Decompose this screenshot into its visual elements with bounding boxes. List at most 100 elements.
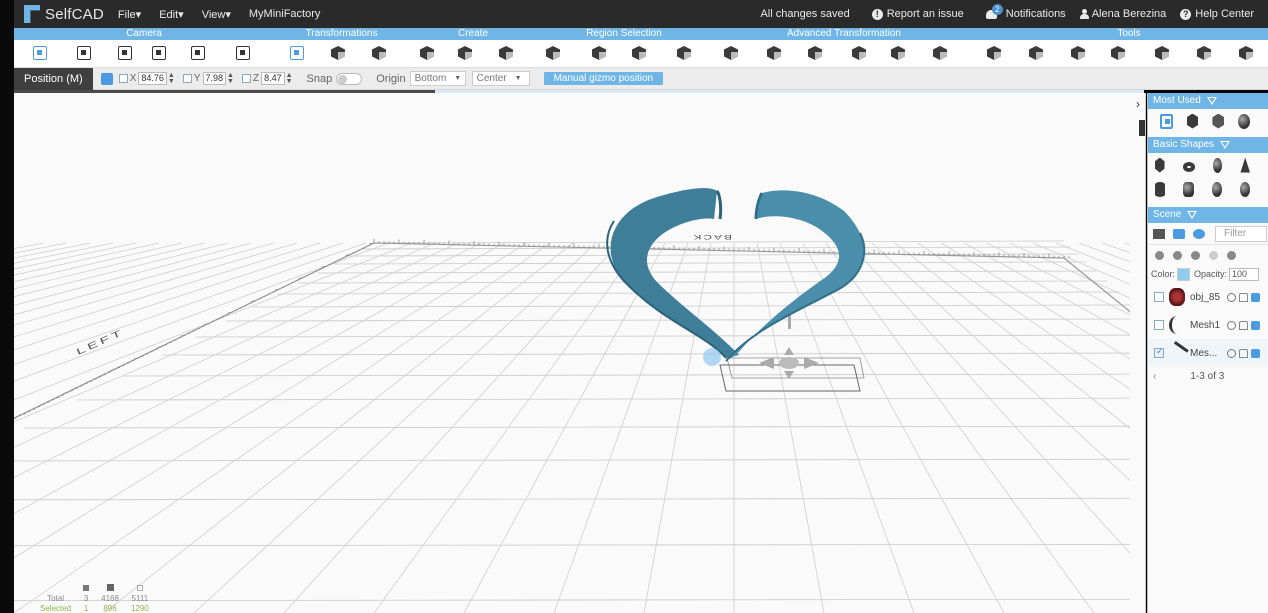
basic-shapes-header[interactable]: Basic Shapes xyxy=(1148,137,1268,153)
object-checkbox[interactable] xyxy=(1154,346,1164,358)
torus-shape-icon[interactable] xyxy=(1182,161,1195,172)
stretch-icon[interactable] xyxy=(932,45,948,61)
object-settings-icon[interactable] xyxy=(1251,348,1260,358)
manual-gizmo-button[interactable]: Manual gizmo position xyxy=(543,72,664,85)
knot-shape-icon[interactable] xyxy=(1183,181,1194,197)
scene-filter-input[interactable]: Filter xyxy=(1215,225,1267,242)
perspective-icon[interactable] xyxy=(76,45,92,61)
eye-icon[interactable] xyxy=(1227,348,1236,358)
menu-file[interactable]: File▾ xyxy=(118,8,141,21)
bevel-icon[interactable] xyxy=(723,45,739,61)
eye-icon[interactable] xyxy=(1193,228,1205,239)
x-input[interactable]: 84.76 xyxy=(138,72,167,85)
cylinder-icon[interactable] xyxy=(457,45,473,61)
cylinder-shape-icon[interactable] xyxy=(1155,181,1166,197)
sphere-shape-icon[interactable] xyxy=(1212,157,1223,173)
move-icon[interactable] xyxy=(289,45,305,61)
move-gizmo[interactable] xyxy=(719,311,865,392)
help-icon: ? xyxy=(1180,8,1192,20)
focus-icon[interactable] xyxy=(235,45,251,61)
scale-icon[interactable] xyxy=(371,45,387,61)
extrude-tool-icon[interactable] xyxy=(1212,113,1225,129)
snap-toggle[interactable] xyxy=(336,72,363,85)
position-gizmo-icon[interactable] xyxy=(100,72,113,85)
front-view-icon[interactable] xyxy=(32,45,48,61)
collapse-panel-icon[interactable]: › xyxy=(1136,97,1140,111)
select-region-icon[interactable] xyxy=(676,45,692,61)
origin-horizontal-select[interactable]: Center ▼ xyxy=(471,71,530,86)
shell-icon[interactable] xyxy=(766,45,782,61)
eye-icon[interactable] xyxy=(1155,250,1164,260)
most-used-header[interactable]: Most Used xyxy=(1148,93,1268,109)
slice-icon[interactable] xyxy=(1028,45,1044,61)
geosphere-shape-icon[interactable] xyxy=(1211,181,1222,197)
solid-icon[interactable] xyxy=(1191,250,1200,260)
color-swatch[interactable] xyxy=(1177,267,1191,281)
notifications-link[interactable]: 2 Notifications xyxy=(985,4,1066,20)
cone-icon[interactable] xyxy=(807,45,823,61)
dome-shape-icon[interactable] xyxy=(1239,181,1250,197)
magic-icon[interactable] xyxy=(1154,45,1170,61)
heart-model[interactable] xyxy=(606,188,866,366)
logo[interactable]: SelfCAD xyxy=(24,5,104,23)
help-center-link[interactable]: ? Help Center xyxy=(1180,8,1254,20)
move-tool-icon[interactable] xyxy=(1160,113,1173,129)
lock-icon[interactable] xyxy=(1173,250,1182,260)
x-stepper[interactable]: ▲ ▼ xyxy=(168,72,175,85)
wire-icon[interactable] xyxy=(1209,250,1218,260)
cone-shape-icon[interactable] xyxy=(1240,157,1250,173)
eye-icon[interactable] xyxy=(1227,320,1236,330)
x-lock-checkbox[interactable] xyxy=(118,74,128,83)
y-lock-checkbox[interactable] xyxy=(182,74,192,83)
object-settings-icon[interactable] xyxy=(1251,320,1260,330)
object-checkbox[interactable] xyxy=(1154,320,1164,330)
rotate-view-icon[interactable] xyxy=(151,45,167,61)
lock-icon[interactable] xyxy=(1239,348,1248,358)
fit-view-icon[interactable] xyxy=(190,45,206,61)
panel-handle[interactable] xyxy=(1139,120,1145,136)
sphere-tool-icon[interactable] xyxy=(1238,113,1250,129)
cube-icon[interactable] xyxy=(419,45,435,61)
origin-vertical-select[interactable]: Bottom ▼ xyxy=(409,71,466,86)
shade-icon[interactable] xyxy=(1227,250,1236,260)
lock-icon[interactable] xyxy=(1239,320,1248,330)
myminifactory-link[interactable]: MyMiniFactory xyxy=(249,8,321,20)
opacity-input[interactable]: 100 xyxy=(1229,267,1260,281)
menu-edit[interactable]: Edit▾ xyxy=(159,8,184,21)
repair-icon[interactable] xyxy=(1238,45,1254,61)
measure-icon[interactable] xyxy=(986,45,1002,61)
select-edge-icon[interactable] xyxy=(591,45,607,61)
cube-shape-icon[interactable] xyxy=(1155,157,1165,173)
3d-viewport[interactable]: LEFT BACK Total 3 4168 5111 Selected 1 8… xyxy=(14,93,1144,613)
rotate-icon[interactable] xyxy=(330,45,346,61)
sculpt-icon[interactable] xyxy=(1110,45,1126,61)
user-menu[interactable]: Alena Berezina xyxy=(1079,8,1166,20)
scene-object-row[interactable]: Mesh1 xyxy=(1148,311,1268,339)
bend-icon[interactable] xyxy=(890,45,906,61)
report-issue-link[interactable]: ! Report an issue xyxy=(871,8,964,20)
z-input[interactable]: 8.47 xyxy=(261,72,285,85)
object-checkbox[interactable] xyxy=(1154,292,1164,302)
lock-icon[interactable] xyxy=(1239,292,1248,302)
extrude-icon[interactable] xyxy=(498,45,514,61)
chevron-left-icon[interactable]: ‹ xyxy=(1153,371,1156,382)
eye-icon[interactable] xyxy=(1227,292,1236,302)
menu-view[interactable]: View▾ xyxy=(202,8,231,21)
y-stepper[interactable]: ▲ ▼ xyxy=(227,72,234,85)
group-icon[interactable] xyxy=(1196,45,1212,61)
scene-object-row[interactable]: obj_85 xyxy=(1148,283,1268,311)
top-view-icon[interactable] xyxy=(117,45,133,61)
z-lock-checkbox[interactable] xyxy=(241,74,251,83)
group-icon[interactable] xyxy=(1153,228,1165,239)
fill-icon[interactable] xyxy=(1070,45,1086,61)
cube-tool-icon[interactable] xyxy=(1186,113,1199,129)
twist-icon[interactable] xyxy=(851,45,867,61)
y-input[interactable]: 7.98 xyxy=(202,72,227,85)
z-stepper[interactable]: ▲ ▼ xyxy=(286,72,293,85)
select-vertex-icon[interactable] xyxy=(631,45,647,61)
hide-icon[interactable] xyxy=(1173,228,1185,239)
select-face-icon[interactable] xyxy=(545,45,561,61)
object-settings-icon[interactable] xyxy=(1251,292,1260,302)
scene-header[interactable]: Scene xyxy=(1148,207,1268,223)
scene-object-row[interactable]: Mes... xyxy=(1148,339,1268,367)
